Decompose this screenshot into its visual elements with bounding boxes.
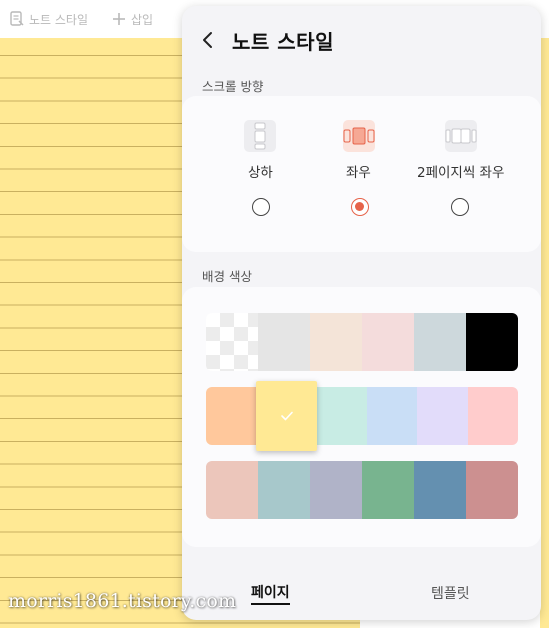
background-color-label: 배경 색상 xyxy=(202,269,252,284)
color-swatch[interactable] xyxy=(367,387,418,445)
color-swatch[interactable] xyxy=(467,387,519,445)
watermark-text: morris1861.tistory.com xyxy=(8,590,237,612)
color-swatch[interactable] xyxy=(310,313,362,371)
scroll-option-label: 2페이지씩 좌우 xyxy=(417,165,505,181)
color-swatch[interactable] xyxy=(414,313,466,371)
color-swatch[interactable] xyxy=(310,461,362,519)
vertical-scroll-icon xyxy=(244,120,276,152)
color-swatch[interactable] xyxy=(414,461,466,519)
note-style-icon xyxy=(10,11,24,26)
tab-template[interactable]: 템플릿 xyxy=(431,583,470,603)
panel-title: 노트 스타일 xyxy=(232,30,334,54)
color-swatch[interactable] xyxy=(466,461,518,519)
scroll-option-label: 좌우 xyxy=(346,165,371,181)
color-swatch[interactable] xyxy=(258,461,310,519)
scroll-option-label: 상하 xyxy=(248,165,273,181)
chevron-left-icon xyxy=(203,32,212,48)
note-style-toolbar-button[interactable]: 노트 스타일 xyxy=(10,11,88,28)
back-button[interactable] xyxy=(198,28,218,52)
color-swatch-selected[interactable] xyxy=(256,381,317,451)
note-page-edge xyxy=(540,38,549,628)
checkmark-icon xyxy=(280,411,293,421)
color-swatch[interactable] xyxy=(362,313,414,371)
note-style-toolbar-label: 노트 스타일 xyxy=(29,12,89,27)
swatch-row xyxy=(206,313,518,371)
tab-page[interactable]: 페이지 xyxy=(251,582,290,605)
color-swatch[interactable] xyxy=(206,387,257,445)
color-swatch[interactable] xyxy=(362,461,414,519)
swatch-row xyxy=(206,461,518,519)
color-swatch[interactable] xyxy=(466,313,518,371)
vertical-radio[interactable] xyxy=(252,198,270,216)
scroll-direction-card: 상하 좌우 2페이지씩 좌우 xyxy=(182,96,541,252)
color-swatch[interactable] xyxy=(417,387,468,445)
swatch-row xyxy=(206,381,519,451)
insert-toolbar-button[interactable]: 삽입 xyxy=(112,11,153,28)
horizontal-radio[interactable] xyxy=(351,198,369,216)
horizontal-scroll-icon xyxy=(343,120,375,152)
scroll-direction-label: 스크롤 방향 xyxy=(202,79,264,94)
insert-toolbar-label: 삽입 xyxy=(131,12,154,27)
background-color-card xyxy=(182,287,541,547)
color-swatch[interactable] xyxy=(258,313,310,371)
note-style-panel: 노트 스타일 스크롤 방향 상하 좌우 2페이지씩 좌우 배경 색상 페이지 템… xyxy=(182,6,541,620)
color-swatch-transparent[interactable] xyxy=(206,313,258,371)
plus-icon xyxy=(113,13,126,25)
panel-header: 노트 스타일 xyxy=(182,6,541,70)
color-swatch[interactable] xyxy=(316,387,368,445)
color-swatch[interactable] xyxy=(206,461,258,519)
two-page-radio[interactable] xyxy=(451,198,469,216)
two-page-scroll-icon xyxy=(445,120,477,152)
